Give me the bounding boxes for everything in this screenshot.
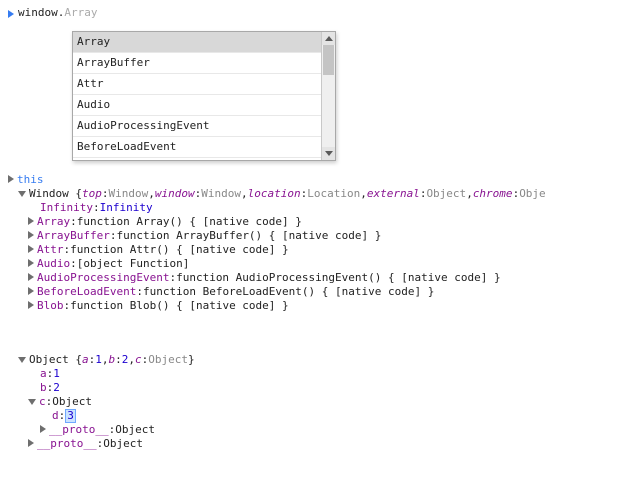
chevron-right-icon[interactable]: [28, 231, 34, 239]
chevron-right-icon[interactable]: [28, 301, 34, 309]
object-prop-c-row[interactable]: c: Object: [0, 395, 640, 409]
window-prop-row[interactable]: Attr: function Attr() { [native code] }: [0, 243, 640, 257]
input-completion-hint: Array: [64, 6, 97, 19]
chevron-right-icon[interactable]: [28, 439, 34, 447]
window-prop-row[interactable]: Blob: function Blob() { [native code] }: [0, 299, 640, 313]
chevron-down-icon[interactable]: [18, 357, 26, 363]
object-summary-line[interactable]: Object { a: 1, b: 2, c: Object }: [0, 353, 640, 367]
console-prompt[interactable]: window.Array: [0, 6, 640, 19]
chevron-right-icon[interactable]: [28, 217, 34, 225]
window-prop-row[interactable]: ArrayBuffer: function ArrayBuffer() { [n…: [0, 229, 640, 243]
window-summary-line[interactable]: Window { top: Window, window: Window, lo…: [0, 187, 640, 201]
window-head: Window {: [29, 187, 82, 201]
autocomplete-item[interactable]: BeforeLoadEvent: [73, 137, 335, 158]
prompt-chevron-icon: [8, 10, 14, 18]
object-prop-row: b: 2: [0, 381, 640, 395]
window-prop-row[interactable]: AudioProcessingEvent: function AudioProc…: [0, 271, 640, 285]
window-prop-row[interactable]: Audio: [object Function]: [0, 257, 640, 271]
object-prop-row: a: 1: [0, 367, 640, 381]
inline-edit-value[interactable]: 3: [65, 409, 76, 423]
autocomplete-item[interactable]: Array: [73, 32, 335, 53]
autocomplete-scrollbar[interactable]: [321, 32, 335, 160]
chevron-down-icon[interactable]: [18, 191, 26, 197]
autocomplete-item[interactable]: Audio: [73, 95, 335, 116]
autocomplete-item[interactable]: Blob: [73, 158, 335, 160]
console-result-this: this: [0, 173, 640, 187]
chevron-right-icon[interactable]: [28, 259, 34, 267]
object-proto-row[interactable]: __proto__: Object: [0, 423, 640, 437]
input-prefix: window.: [18, 6, 64, 19]
chevron-right-icon[interactable]: [28, 273, 34, 281]
autocomplete-popup: Array ArrayBuffer Attr Audio AudioProces…: [72, 31, 336, 161]
window-prop-row[interactable]: Array: function Array() { [native code] …: [0, 215, 640, 229]
window-prop-infinity: Infinity: Infinity: [0, 201, 640, 215]
autocomplete-item[interactable]: Attr: [73, 74, 335, 95]
autocomplete-item[interactable]: ArrayBuffer: [73, 53, 335, 74]
chevron-right-icon[interactable]: [8, 175, 14, 183]
scroll-thumb[interactable]: [323, 45, 334, 75]
scroll-down-icon[interactable]: [322, 147, 335, 160]
chevron-right-icon[interactable]: [28, 287, 34, 295]
object-prop-d-row[interactable]: d: 3: [0, 409, 640, 423]
object-proto-row[interactable]: __proto__: Object: [0, 437, 640, 451]
window-prop-row[interactable]: BeforeLoadEvent: function BeforeLoadEven…: [0, 285, 640, 299]
autocomplete-item[interactable]: AudioProcessingEvent: [73, 116, 335, 137]
scroll-up-icon[interactable]: [322, 32, 335, 45]
this-keyword: this: [17, 173, 44, 187]
chevron-right-icon[interactable]: [40, 425, 46, 433]
chevron-down-icon[interactable]: [28, 399, 36, 405]
chevron-right-icon[interactable]: [28, 245, 34, 253]
